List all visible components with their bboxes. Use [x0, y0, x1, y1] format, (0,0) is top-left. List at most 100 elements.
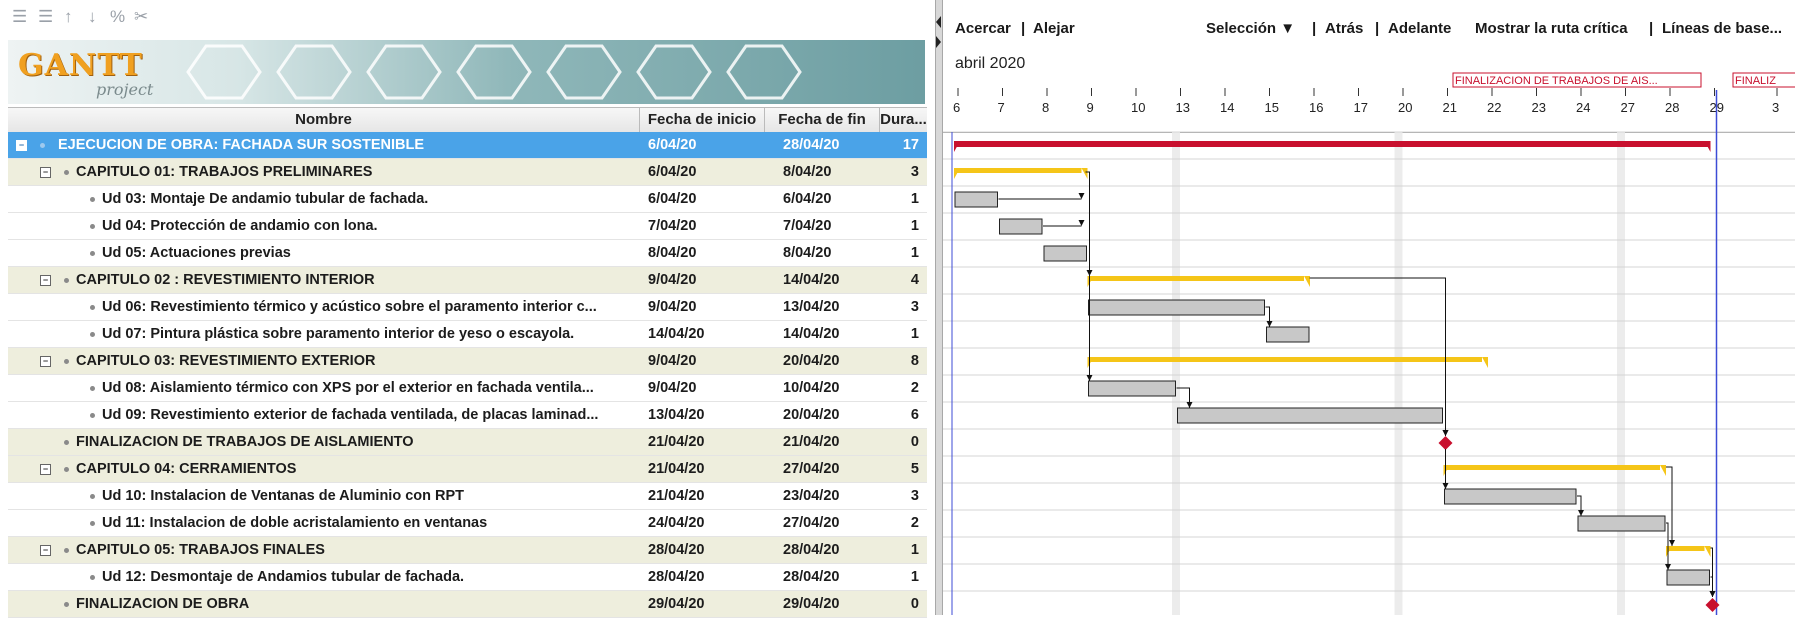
tree-toolbar: ☰ ☰ ↑ ↓ % ✂	[0, 0, 935, 34]
task-row[interactable]: Ud 07: Pintura plástica sobre paramento …	[8, 321, 927, 348]
dependency-arrow-icon	[1669, 540, 1675, 546]
task-duration: 0	[910, 596, 919, 612]
gantt-logo-title: GANTT	[18, 48, 143, 83]
hexagon-decoration	[186, 44, 802, 100]
task-row[interactable]: − CAPITULO 02 : REVESTIMIENTO INTERIOR 9/0…	[8, 267, 927, 294]
collapse-toggle-icon[interactable]: −	[40, 464, 51, 475]
task-row[interactable]: Ud 06: Revestimiento térmico y acústico …	[8, 294, 927, 321]
task-row[interactable]: − CAPITULO 01: TRABAJOS PRELIMINARES 6/04/…	[8, 159, 927, 186]
summary-bar-cap	[1304, 276, 1310, 287]
task-bullet-icon	[40, 143, 45, 148]
task-name: Ud 11: Instalacion de doble acristalamie…	[102, 515, 488, 531]
task-bullet-icon	[90, 413, 95, 418]
task-end-date: 13/04/20	[783, 299, 840, 315]
task-row[interactable]: FINALIZACION DE TRABAJOS DE AISLAMIENTO 2…	[8, 429, 927, 456]
task-bar	[1088, 299, 1265, 316]
task-row[interactable]: − CAPITULO 03: REVESTIMIENTO EXTERIOR 9/04…	[8, 348, 927, 375]
task-start-date: 21/04/20	[648, 461, 705, 477]
column-header-end[interactable]: Fecha de fin	[765, 108, 880, 132]
task-name: CAPITULO 01: TRABAJOS PRELIMINARES	[76, 164, 373, 180]
task-end-date: 28/04/20	[783, 137, 840, 153]
task-row[interactable]: Ud 10: Instalacion de Ventanas de Alumin…	[8, 483, 927, 510]
task-duration: 1	[910, 245, 919, 261]
timeline-day-label: 20	[1398, 100, 1412, 115]
task-end-date: 7/04/20	[783, 218, 832, 234]
column-header-duration[interactable]: Dura...	[880, 108, 927, 132]
task-row[interactable]: Ud 12: Desmontaje de Andamios tubular de…	[8, 564, 927, 591]
collapse-toggle-icon[interactable]: −	[16, 140, 27, 151]
task-bullet-icon	[64, 359, 69, 364]
indent-icon[interactable]: ☰	[12, 8, 27, 26]
dependency-arrow-icon	[1266, 321, 1273, 327]
gantt-chart: 678910131415161720212223242728293FINALIZ…	[943, 72, 1795, 615]
task-row[interactable]: − CAPITULO 05: TRABAJOS FINALES 28/04/20 28…	[8, 537, 927, 564]
pane-splitter[interactable]	[935, 0, 943, 615]
task-row[interactable]: FINALIZACION DE OBRA 29/04/20 29/04/20 0	[8, 591, 927, 618]
summary-bar-cap	[1704, 546, 1711, 557]
task-name: Ud 12: Desmontaje de Andamios tubular de…	[102, 569, 465, 585]
task-bullet-icon	[90, 494, 95, 499]
task-row[interactable]: − EJECUCION DE OBRA: FACHADA SUR SOSTENIB…	[8, 132, 927, 159]
move-up-icon[interactable]: ↑	[64, 8, 73, 26]
task-bullet-icon	[64, 602, 69, 607]
link-icon[interactable]: %	[110, 8, 125, 26]
task-bullet-icon	[90, 386, 95, 391]
collapse-toggle-icon[interactable]: −	[40, 167, 51, 178]
timeline-day-label: 14	[1220, 100, 1234, 115]
collapse-toggle-icon[interactable]: −	[40, 356, 51, 367]
task-bar	[1666, 569, 1710, 586]
task-name: CAPITULO 02 : REVESTIMIENTO INTERIOR	[76, 272, 375, 288]
task-row[interactable]: Ud 09: Revestimiento exterior de fachada…	[8, 402, 927, 429]
task-start-date: 13/04/20	[648, 407, 705, 423]
gantt-chart-pane: Acercar | Alejar Selección ▼ | Atrás | A…	[943, 0, 1795, 615]
unlink-icon[interactable]: ✂	[134, 8, 148, 26]
task-name: Ud 03: Montaje De andamio tubular de fac…	[102, 191, 429, 207]
gantt-logo-subtitle: project	[96, 80, 154, 99]
column-header-name[interactable]: Nombre	[8, 108, 640, 132]
dependency-arrow-icon	[1578, 510, 1584, 516]
task-duration: 17	[902, 137, 919, 153]
summary-bar	[1666, 546, 1705, 551]
task-bar	[1444, 488, 1577, 505]
milestone-diamond	[1438, 436, 1453, 450]
column-header-start[interactable]: Fecha de inicio	[640, 108, 765, 132]
task-row[interactable]: Ud 05: Actuaciones previas 8/04/20 8/04/20…	[8, 240, 927, 267]
task-row[interactable]: − CAPITULO 04: CERRAMIENTOS 21/04/20 27/04/…	[8, 456, 927, 483]
task-start-date: 7/04/20	[648, 218, 697, 234]
task-start-date: 21/04/20	[648, 434, 705, 450]
timeline-day-label: 27	[1621, 100, 1635, 115]
task-start-date: 28/04/20	[648, 569, 705, 585]
task-row[interactable]: Ud 11: Instalacion de doble acristalamie…	[8, 510, 927, 537]
task-row[interactable]: Ud 03: Montaje De andamio tubular de fac…	[8, 186, 927, 213]
dependency-arrow-icon	[1078, 193, 1085, 199]
task-duration: 1	[910, 569, 919, 585]
task-bar	[1177, 407, 1443, 424]
timeline-day-label: 9	[1087, 100, 1094, 115]
task-duration: 1	[910, 542, 919, 558]
collapse-toggle-icon[interactable]: −	[40, 275, 51, 286]
task-bar	[999, 218, 1043, 235]
task-start-date: 21/04/20	[648, 488, 705, 504]
task-row[interactable]: Ud 08: Aislamiento térmico con XPS por e…	[8, 375, 927, 402]
move-down-icon[interactable]: ↓	[88, 8, 97, 26]
task-end-date: 6/04/20	[783, 191, 832, 207]
task-duration: 8	[910, 353, 919, 369]
weekend-shade	[1172, 132, 1180, 615]
collapse-toggle-icon[interactable]: −	[40, 545, 51, 556]
task-bar	[1043, 245, 1087, 262]
timeline-day-label: 17	[1354, 100, 1368, 115]
task-duration: 0	[910, 434, 919, 450]
task-bullet-icon	[64, 170, 69, 175]
task-tree-pane: ☰ ☰ ↑ ↓ % ✂ GANTT project Nombre Fecha d…	[0, 0, 935, 618]
task-name: CAPITULO 03: REVESTIMIENTO EXTERIOR	[76, 353, 376, 369]
collapse-arrow-icon[interactable]	[935, 14, 943, 54]
task-row[interactable]: Ud 04: Protección de andamio con lona. 7/…	[8, 213, 927, 240]
task-duration: 6	[910, 407, 919, 423]
summary-bar	[1087, 276, 1304, 281]
outdent-icon[interactable]: ☰	[38, 8, 53, 26]
task-bullet-icon	[64, 440, 69, 445]
task-end-date: 10/04/20	[783, 380, 840, 396]
task-bullet-icon	[90, 197, 95, 202]
task-end-date: 27/04/20	[783, 461, 840, 477]
task-name: Ud 08: Aislamiento térmico con XPS por e…	[102, 380, 594, 396]
